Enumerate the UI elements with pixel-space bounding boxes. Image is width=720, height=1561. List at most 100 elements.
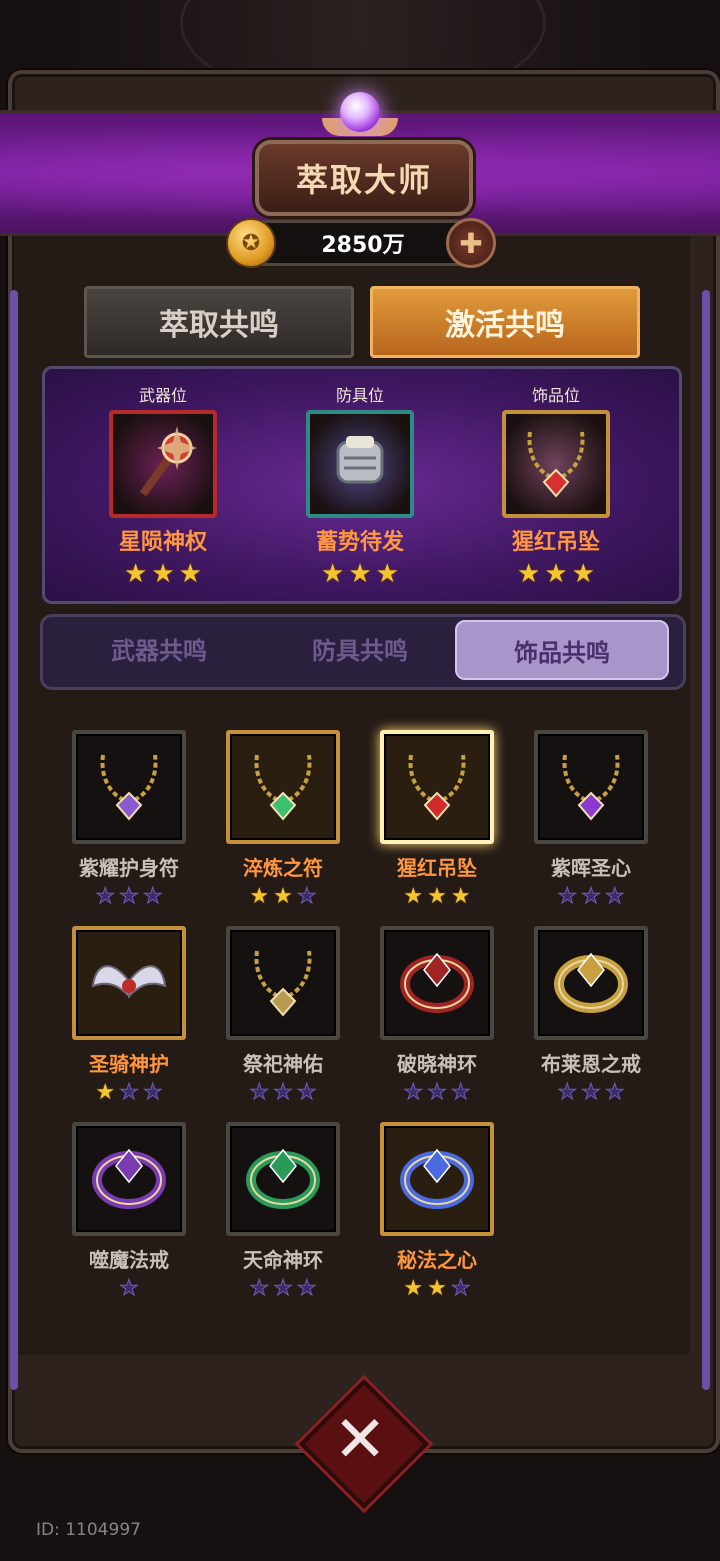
- item-name: 淬炼之符: [243, 856, 323, 880]
- close-icon[interactable]: ✕: [318, 1398, 402, 1482]
- accessory-item[interactable]: 圣骑神护 ★ ★ ★: [54, 926, 204, 1105]
- star-icon: ★: [403, 884, 424, 909]
- star-icon: ★: [273, 884, 293, 909]
- tab-accessory-resonance[interactable]: 饰品共鸣: [455, 620, 669, 680]
- star-icon: ★: [427, 1276, 447, 1301]
- amulet-icon: [89, 745, 169, 829]
- item-frame[interactable]: [72, 1122, 186, 1236]
- star-icon: ★: [119, 884, 140, 909]
- star-icon: ★: [450, 1080, 471, 1105]
- accessory-item[interactable]: 破晓神环 ★ ★ ★: [362, 926, 512, 1105]
- star-icon: ★: [403, 1276, 424, 1301]
- heart-pendant-icon: [551, 745, 631, 829]
- star-icon: ★: [557, 1080, 578, 1105]
- star-icon: ★: [557, 884, 578, 909]
- tab-activate-resonance[interactable]: 激活共鸣: [370, 286, 640, 358]
- accessory-item[interactable]: 祭祀神佑 ★ ★ ★: [208, 926, 358, 1105]
- accessory-item[interactable]: 淬炼之符 ★ ★ ★: [208, 730, 358, 909]
- user-id: ID: 1104997: [36, 1520, 141, 1540]
- star-rating: ★ ★ ★: [208, 884, 358, 909]
- equipped-slot[interactable]: 防具位 蓄势待发 ★ ★ ★: [275, 382, 445, 588]
- star-icon: ★: [604, 1080, 625, 1105]
- star-icon: ★: [427, 1080, 448, 1105]
- tab-extract-resonance[interactable]: 萃取共鸣: [84, 286, 354, 358]
- coin-icon: ✪: [226, 218, 276, 268]
- ring-icon: [90, 1142, 168, 1216]
- item-frame[interactable]: [226, 730, 340, 844]
- equipped-slot[interactable]: 武器位 星陨神权 ★ ★ ★: [78, 382, 248, 588]
- star-rating: ★ ★ ★: [54, 1080, 204, 1105]
- slot-label: 防具位: [335, 386, 384, 405]
- item-frame[interactable]: [226, 1122, 340, 1236]
- scepter-icon: [123, 422, 203, 506]
- item-frame[interactable]: [72, 730, 186, 844]
- star-rating: ★ ★ ★: [516, 884, 666, 909]
- accessory-item[interactable]: 噬魔法戒 ★: [54, 1122, 204, 1301]
- star-rating: ★ ★ ★: [54, 884, 204, 909]
- accessory-item[interactable]: 紫晖圣心 ★ ★ ★: [516, 730, 666, 909]
- star-icon: ★: [178, 559, 202, 589]
- item-frame[interactable]: [380, 730, 494, 844]
- equipped-slot[interactable]: 饰品位 猩红吊坠 ★ ★ ★: [471, 382, 641, 588]
- accessory-item[interactable]: 猩红吊坠 ★ ★ ★: [362, 730, 512, 909]
- item-name: 天命神环: [243, 1248, 323, 1272]
- star-rating: ★ ★ ★: [362, 1080, 512, 1105]
- star-icon: ★: [119, 1276, 140, 1301]
- pendant-icon: [397, 745, 477, 829]
- star-icon: ★: [571, 559, 595, 589]
- star-rating: ★ ★ ★: [516, 1080, 666, 1105]
- accessory-item[interactable]: 秘法之心 ★ ★ ★: [362, 1122, 512, 1301]
- star-icon: ★: [581, 1080, 602, 1105]
- accessory-item[interactable]: 天命神环 ★ ★ ★: [208, 1122, 358, 1301]
- item-frame[interactable]: [380, 1122, 494, 1236]
- item-name: 祭祀神佑: [243, 1052, 323, 1076]
- item-frame[interactable]: [534, 926, 648, 1040]
- star-icon: ★: [273, 1276, 294, 1301]
- wing-pendant-icon: [89, 946, 169, 1020]
- slot-item-name: 猩红吊坠: [511, 530, 600, 555]
- add-currency-button[interactable]: ✚: [446, 218, 496, 268]
- magic-orb-icon: [340, 92, 380, 132]
- right-scroll-rail: [702, 290, 710, 1390]
- star-rating: ★ ★ ★: [471, 560, 641, 588]
- accessory-item[interactable]: 紫耀护身符 ★ ★ ★: [54, 730, 204, 909]
- ring-icon: [552, 946, 630, 1020]
- item-frame[interactable]: [72, 926, 186, 1040]
- necklace-icon: [243, 745, 323, 829]
- gauntlet-icon: [320, 422, 400, 506]
- tab-weapon-resonance[interactable]: 武器共鸣: [54, 620, 264, 676]
- star-icon: ★: [544, 559, 568, 589]
- item-frame[interactable]: [534, 730, 648, 844]
- slot-item-frame[interactable]: [109, 410, 217, 518]
- item-name: 秘法之心: [397, 1248, 477, 1272]
- star-icon: ★: [296, 1080, 317, 1105]
- star-icon: ★: [348, 559, 372, 589]
- item-name: 紫耀护身符: [79, 856, 179, 880]
- star-icon: ★: [119, 1080, 140, 1105]
- slot-item-frame[interactable]: [306, 410, 414, 518]
- slot-item-frame[interactable]: [502, 410, 610, 518]
- star-icon: ★: [296, 884, 317, 909]
- item-name: 布莱恩之戒: [541, 1052, 641, 1076]
- item-name: 破晓神环: [397, 1052, 477, 1076]
- left-scroll-rail: [10, 290, 18, 1390]
- star-rating: ★ ★ ★: [78, 560, 248, 588]
- star-rating: ★ ★ ★: [275, 560, 445, 588]
- pendant-icon: [516, 422, 596, 506]
- star-icon: ★: [403, 1080, 424, 1105]
- ring-icon: [244, 1142, 322, 1216]
- star-icon: ★: [604, 884, 625, 909]
- star-icon: ★: [142, 1080, 163, 1105]
- star-icon: ★: [450, 884, 471, 909]
- item-frame[interactable]: [380, 926, 494, 1040]
- star-icon: ★: [273, 1080, 294, 1105]
- item-frame[interactable]: [226, 926, 340, 1040]
- star-rating: ★ ★ ★: [208, 1080, 358, 1105]
- slot-label: 武器位: [138, 386, 187, 405]
- star-icon: ★: [95, 1080, 116, 1105]
- star-icon: ★: [142, 884, 163, 909]
- star-icon: ★: [321, 559, 345, 589]
- tab-armor-resonance[interactable]: 防具共鸣: [255, 620, 465, 676]
- star-rating: ★ ★ ★: [362, 1276, 512, 1301]
- accessory-item[interactable]: 布莱恩之戒 ★ ★ ★: [516, 926, 666, 1105]
